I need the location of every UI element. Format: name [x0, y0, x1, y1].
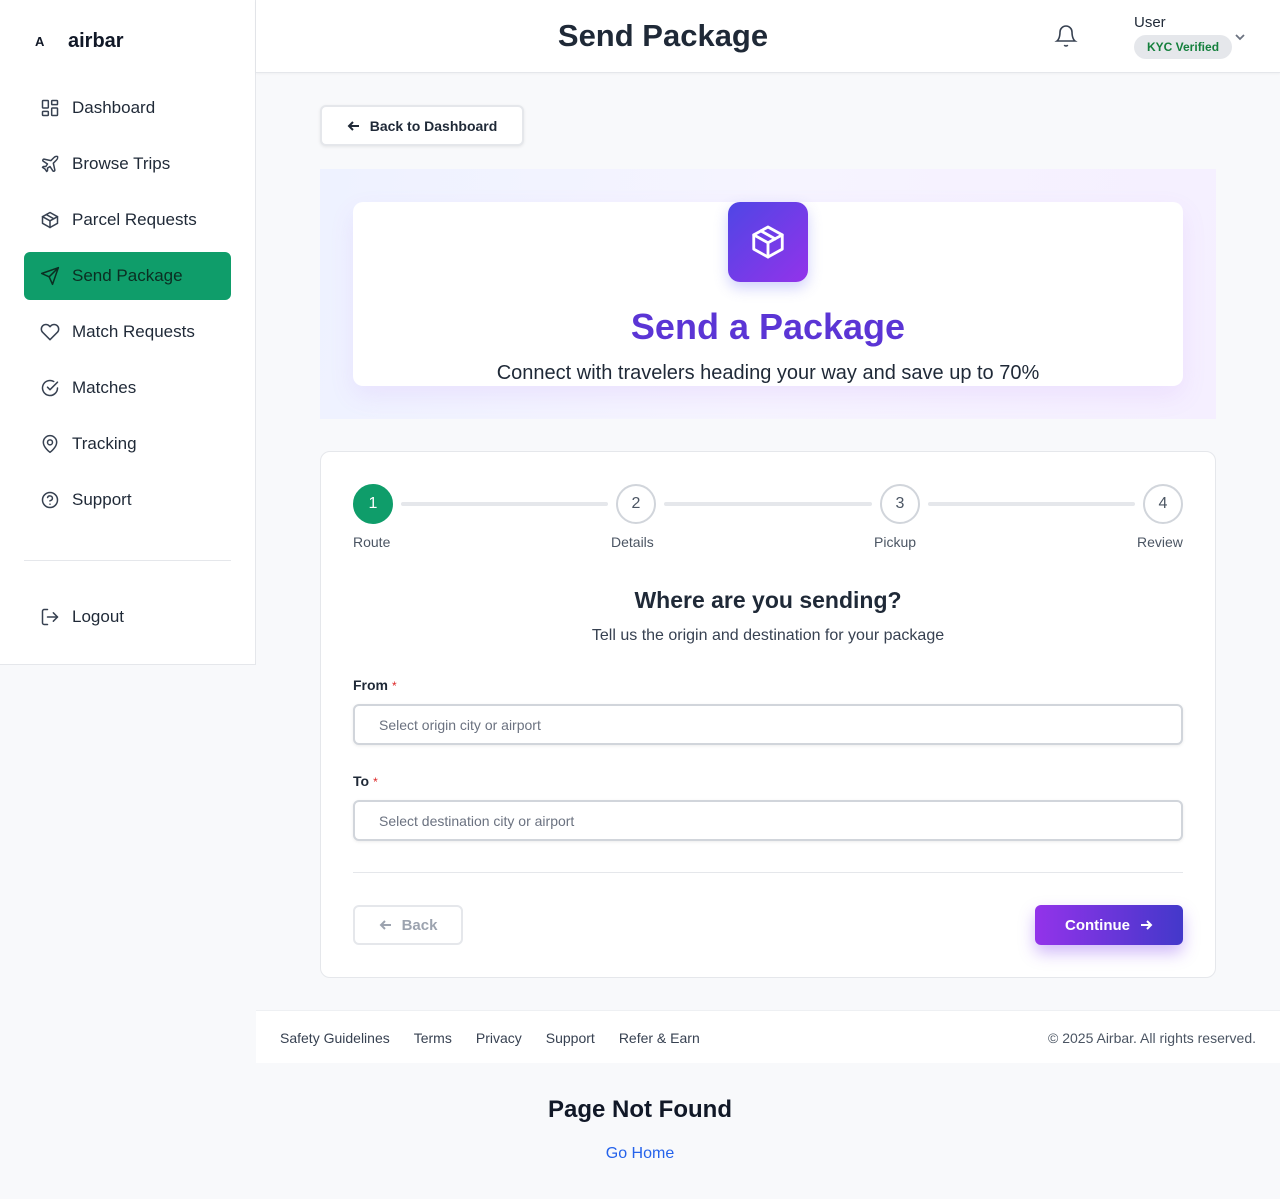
form-section-title: Where are you sending? [634, 587, 902, 613]
step-3-indicator: 3 [880, 484, 920, 524]
check-circle-icon [41, 379, 59, 397]
step-1-indicator: 1 [353, 484, 393, 524]
hero-subtitle: Connect with travelers heading your way … [496, 362, 1040, 384]
arrow-left-icon [347, 120, 359, 131]
chevron-down-icon [1235, 34, 1245, 41]
stepper-connector [664, 502, 872, 506]
footer-link-privacy[interactable]: Privacy [476, 1030, 522, 1046]
back-button-label: Back [401, 916, 438, 934]
step-2-label: Details [611, 534, 654, 550]
to-input[interactable] [353, 800, 1183, 841]
sidebar-item-match-requests[interactable]: Match Requests [24, 308, 231, 356]
to-field-label: To * [353, 773, 378, 789]
back-button[interactable]: Back [353, 905, 463, 945]
hero-title: Send a Package [630, 306, 906, 347]
sidebar-item-label: Dashboard [72, 98, 156, 117]
package-icon [752, 225, 784, 259]
top-header: Send Package User KYC Verified [256, 0, 1280, 73]
copyright: © 2025 Airbar. All rights reserved. [1048, 1030, 1256, 1046]
brand-mark: A [35, 34, 45, 49]
sidebar-divider [24, 560, 231, 561]
stepper-connector [401, 502, 608, 506]
back-to-dashboard-label: Back to Dashboard [369, 117, 498, 134]
continue-button[interactable]: Continue [1035, 905, 1183, 945]
package-icon [41, 211, 59, 229]
hero-package-badge [728, 202, 808, 282]
user-menu-toggle[interactable] [1234, 30, 1246, 42]
form-divider [353, 872, 1183, 873]
logout-label: Logout [72, 607, 124, 626]
sidebar-item-label: Browse Trips [72, 154, 171, 173]
required-marker: * [373, 775, 378, 789]
stepper-connector [928, 502, 1135, 506]
dashboard-icon [41, 99, 59, 117]
brand-logo[interactable]: A airbar [35, 30, 124, 53]
step-4-label: Review [1137, 534, 1183, 550]
sidebar-item-tracking[interactable]: Tracking [24, 420, 231, 468]
heart-icon [40, 323, 60, 341]
plane-icon [41, 155, 59, 173]
map-pin-icon [42, 434, 58, 454]
go-home-link[interactable]: Go Home [0, 1145, 1280, 1163]
sidebar-item-matches[interactable]: Matches [24, 364, 231, 412]
sidebar-item-label: Match Requests [72, 322, 195, 341]
footer-links: Safety Guidelines Terms Privacy Support … [280, 1030, 724, 1046]
notifications-button[interactable] [1054, 24, 1078, 48]
step-1-label: Route [353, 534, 391, 550]
continue-button-label: Continue [1065, 916, 1130, 934]
footer-link-refer[interactable]: Refer & Earn [619, 1030, 700, 1046]
sidebar-item-dashboard[interactable]: Dashboard [24, 84, 231, 132]
sidebar-nav: Dashboard Browse Trips Parcel Requests S… [24, 84, 231, 532]
sidebar-item-send-package[interactable]: Send Package [24, 252, 231, 300]
logout-button[interactable]: Logout [24, 593, 231, 641]
from-field-label: From * [353, 677, 397, 693]
user-menu[interactable]: User KYC Verified [1134, 14, 1233, 59]
send-icon [40, 266, 60, 286]
arrow-left-icon [379, 920, 391, 930]
user-name: User [1134, 14, 1166, 31]
sidebar: A airbar Dashboard Browse Trips Parcel R… [0, 0, 256, 665]
sidebar-item-support[interactable]: Support [24, 476, 231, 524]
sidebar-item-label: Parcel Requests [72, 210, 197, 229]
bell-icon [1054, 25, 1078, 47]
brand-name: airbar [68, 30, 124, 52]
step-2-indicator: 2 [616, 484, 656, 524]
not-found-title: Page Not Found [548, 1096, 732, 1123]
sidebar-item-browse-trips[interactable]: Browse Trips [24, 140, 231, 188]
from-input[interactable] [353, 704, 1183, 745]
footer: Safety Guidelines Terms Privacy Support … [256, 1010, 1280, 1063]
sidebar-item-label: Tracking [72, 434, 137, 453]
logout-icon [41, 608, 59, 626]
logout-wrapper: Logout [24, 593, 231, 649]
arrow-right-icon [1141, 920, 1153, 930]
kyc-status-badge: KYC Verified [1134, 35, 1233, 59]
step-3-label: Pickup [874, 534, 917, 550]
sidebar-item-parcel-requests[interactable]: Parcel Requests [24, 196, 231, 244]
help-circle-icon [41, 491, 59, 509]
sidebar-item-label: Support [72, 490, 132, 509]
back-to-dashboard-button[interactable]: Back to Dashboard [320, 105, 524, 146]
from-label-text: From [353, 677, 388, 693]
form-section-subtitle: Tell us the origin and destination for y… [591, 627, 945, 644]
sidebar-item-label: Matches [72, 378, 137, 397]
page-title: Send Package [557, 18, 769, 53]
step-4-indicator: 4 [1143, 484, 1183, 524]
required-marker: * [392, 679, 397, 693]
footer-link-support[interactable]: Support [546, 1030, 595, 1046]
footer-link-terms[interactable]: Terms [414, 1030, 452, 1046]
sidebar-item-label: Send Package [72, 266, 183, 285]
to-label-text: To [353, 773, 370, 789]
footer-link-safety[interactable]: Safety Guidelines [280, 1030, 390, 1046]
